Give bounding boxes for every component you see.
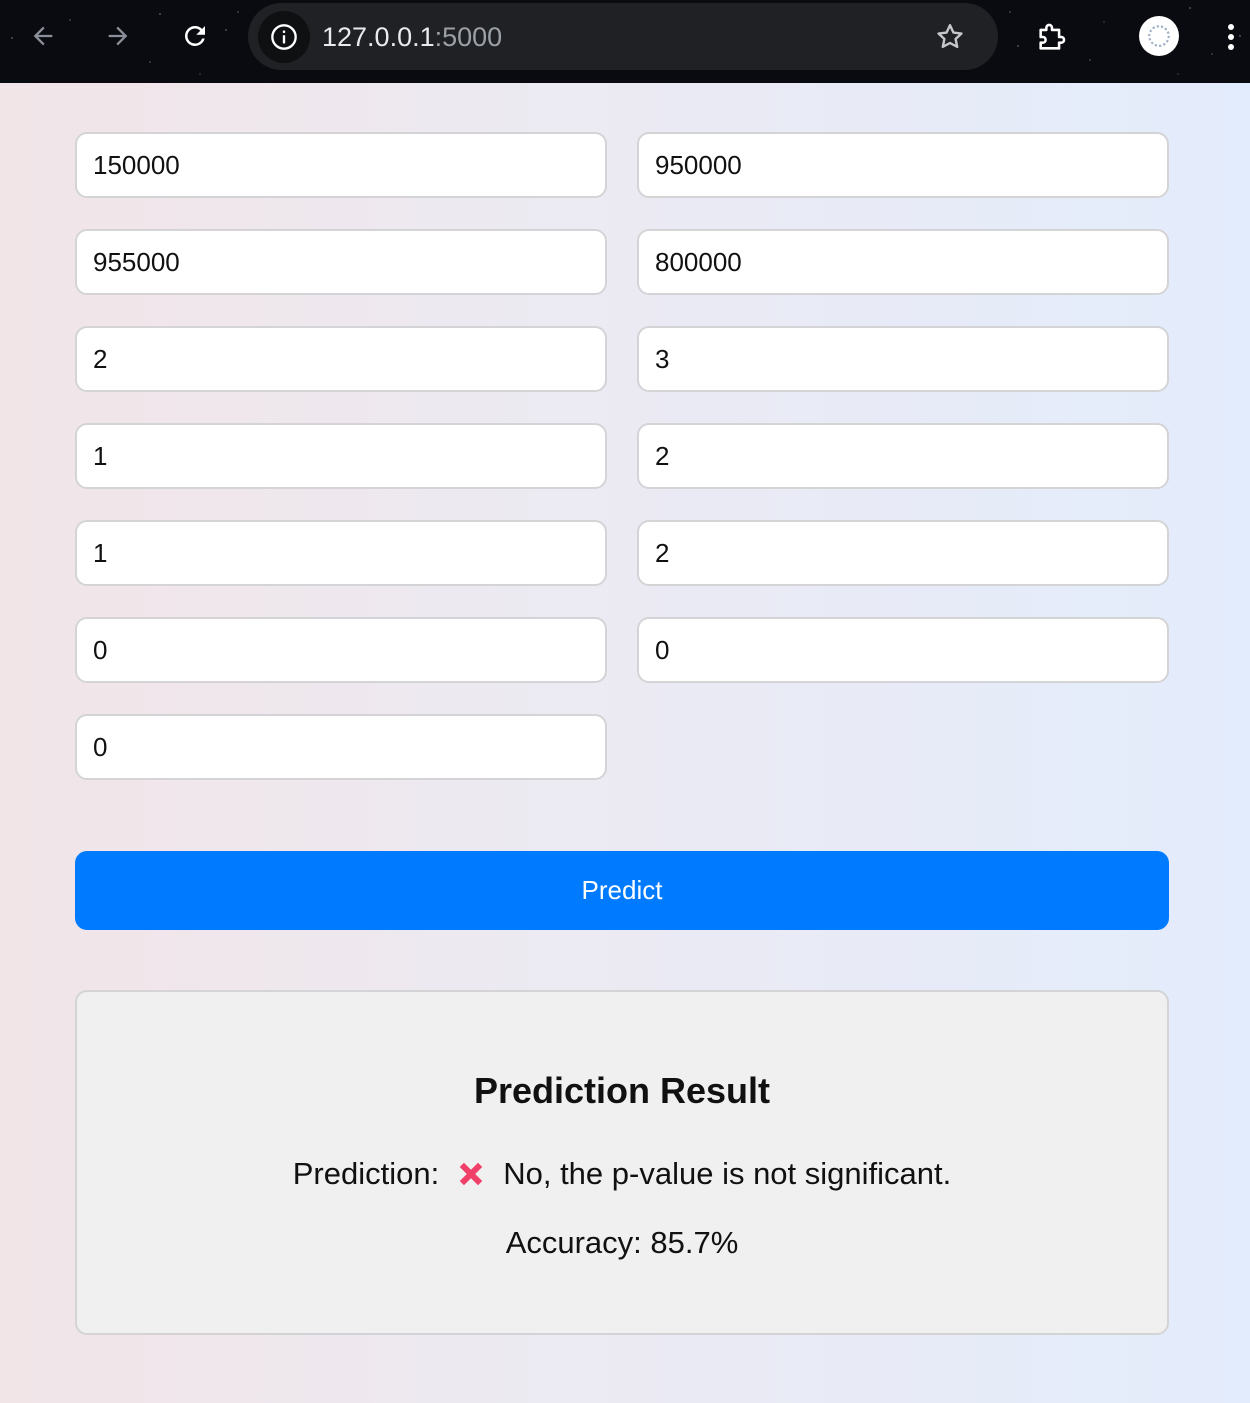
address-bar[interactable]: 127.0.0.1:5000 [248,3,998,70]
input-field-8[interactable] [637,423,1169,489]
reload-button[interactable] [176,17,214,55]
bookmark-button[interactable] [932,19,968,55]
more-vert-icon [1228,24,1234,50]
predict-button[interactable]: Predict [75,851,1169,930]
input-field-13[interactable] [75,714,607,780]
prediction-result-card: Prediction Result Prediction: No, the p-… [75,990,1169,1335]
input-field-3[interactable] [75,229,607,295]
input-field-6[interactable] [637,326,1169,392]
forward-arrow-icon [108,26,128,46]
input-field-11[interactable] [75,617,607,683]
input-field-12[interactable] [637,617,1169,683]
browser-toolbar: 127.0.0.1:5000 [0,0,1250,83]
accuracy-text: Accuracy: 85.7% [505,1225,739,1260]
extensions-button[interactable] [1032,17,1072,57]
url-text[interactable]: 127.0.0.1:5000 [322,21,502,53]
url-host: 127.0.0.1 [322,22,435,52]
extensions-icon [1039,23,1066,50]
input-field-9[interactable] [75,520,607,586]
page-content: Predict Prediction Result Prediction: No… [0,83,1250,1403]
profile-button[interactable] [1139,16,1179,56]
input-field-1[interactable] [75,132,607,198]
profile-avatar-icon [1148,25,1170,47]
input-field-7[interactable] [75,423,607,489]
input-field-10[interactable] [637,520,1169,586]
star-icon [937,24,963,49]
site-info-button[interactable] [258,11,310,63]
url-port: :5000 [434,22,503,52]
prediction-line: Prediction: No, the p-value is not signi… [77,1156,1167,1192]
prediction-label: Prediction: [292,1156,440,1191]
input-field-2[interactable] [637,132,1169,198]
back-arrow-icon [33,26,53,46]
cross-mark-icon [459,1162,483,1186]
browser-menu-button[interactable] [1218,18,1244,56]
prediction-text: No, the p-value is not significant. [503,1156,952,1191]
back-button[interactable] [24,17,62,55]
info-icon [271,24,297,50]
prediction-form [75,132,1169,780]
reload-icon [185,25,205,46]
result-title: Prediction Result [473,1070,771,1111]
input-field-5[interactable] [75,326,607,392]
forward-button[interactable] [99,17,137,55]
input-field-4[interactable] [637,229,1169,295]
